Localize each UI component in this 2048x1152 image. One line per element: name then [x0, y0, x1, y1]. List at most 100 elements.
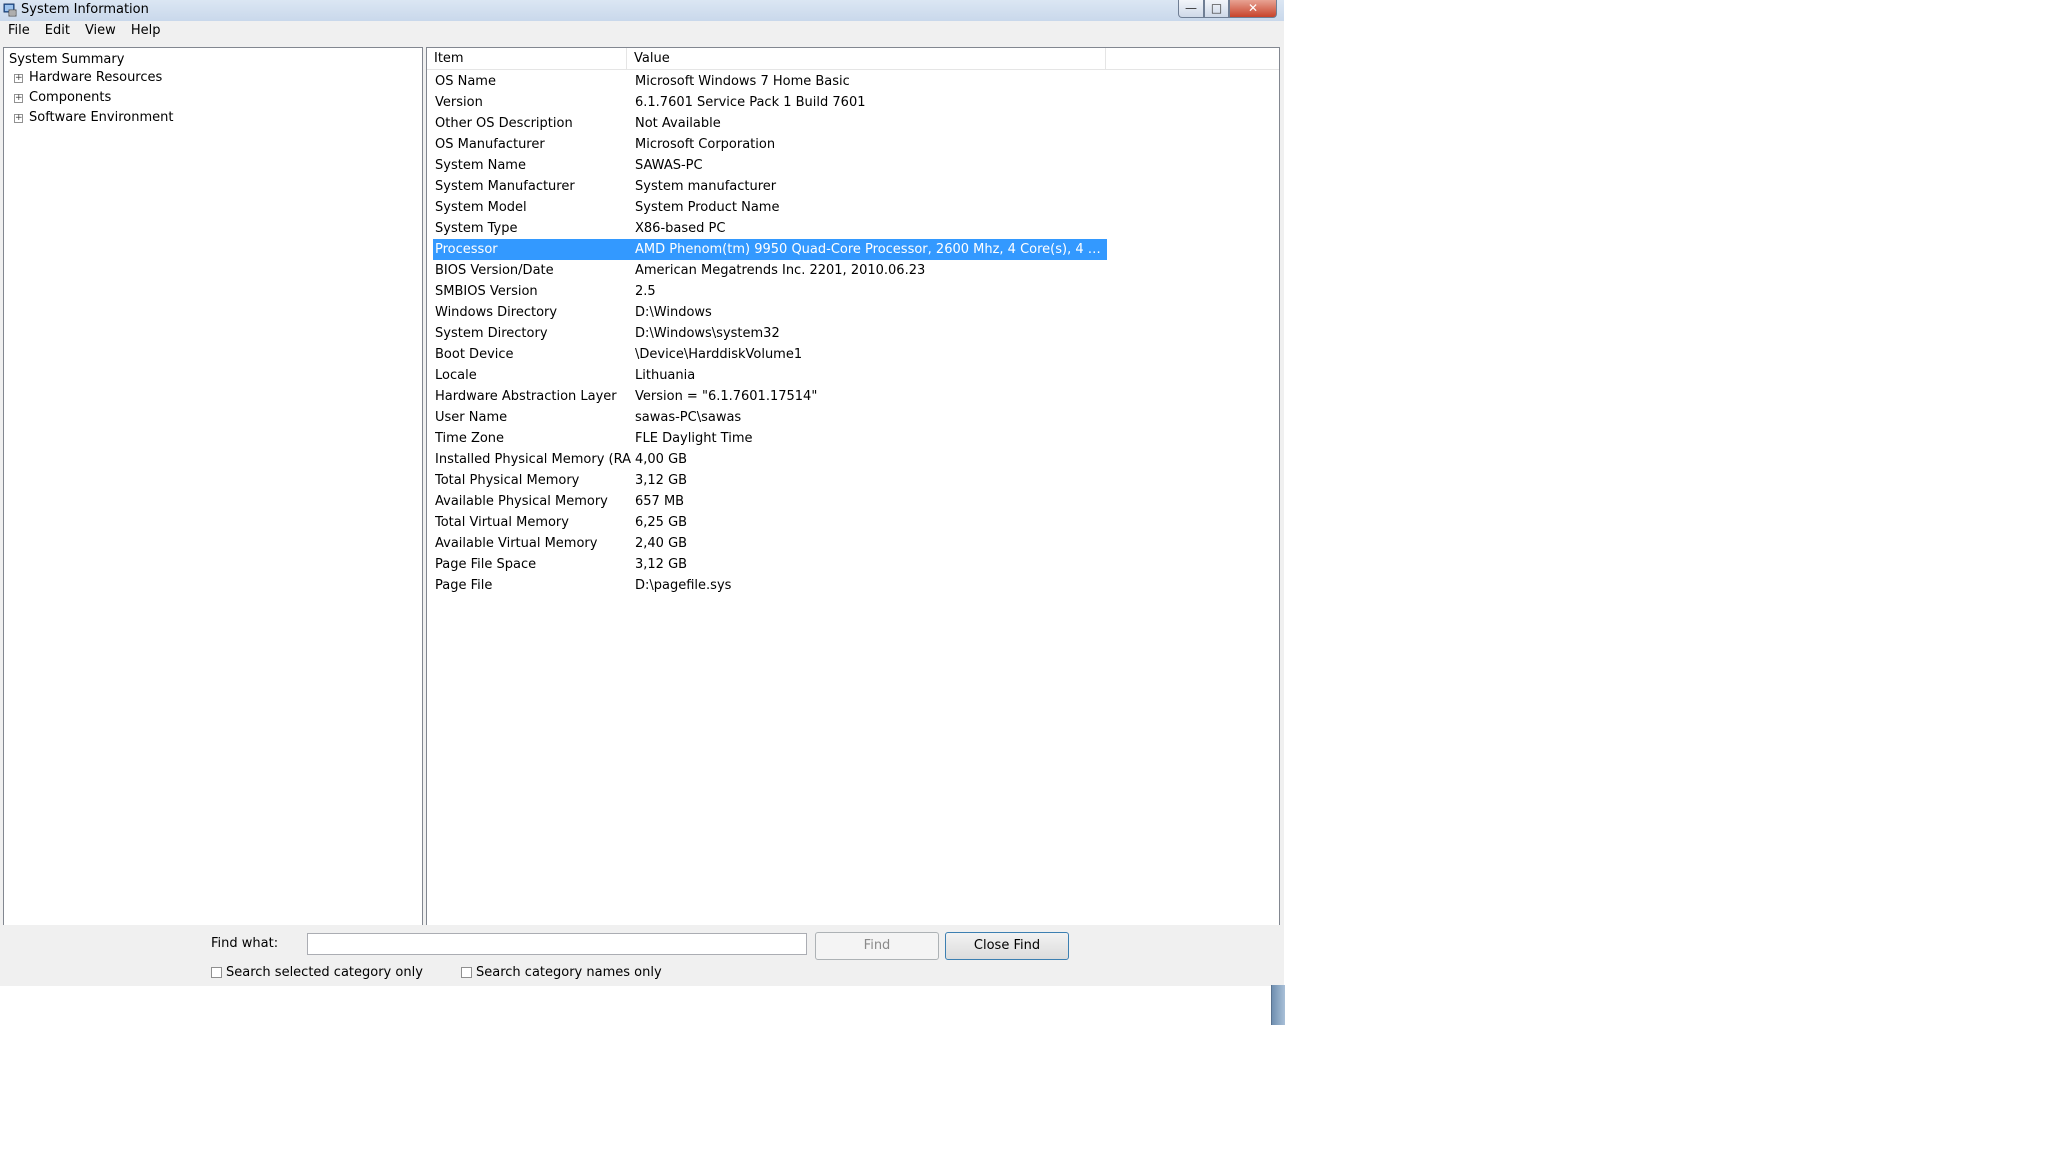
- system-information-app-icon: [3, 3, 17, 17]
- table-row[interactable]: Page File Space 3,12 GB: [433, 554, 1107, 575]
- column-header-value[interactable]: Value: [627, 48, 1106, 69]
- row-item-cell: Locale: [435, 368, 477, 383]
- row-item-cell: Page File: [435, 578, 493, 593]
- row-item-cell: System Type: [435, 221, 518, 236]
- expand-icon[interactable]: +: [14, 94, 23, 103]
- tree-item-components[interactable]: Components: [29, 90, 111, 106]
- row-item-cell: Available Virtual Memory: [435, 536, 598, 551]
- table-row[interactable]: Other OS Description Not Available: [433, 113, 1107, 134]
- row-item-cell: OS Manufacturer: [435, 137, 545, 152]
- table-row[interactable]: Locale Lithuania: [433, 365, 1107, 386]
- table-row[interactable]: Installed Physical Memory (RAM) 4,00 GB: [433, 449, 1107, 470]
- minimize-button[interactable]: —: [1178, 0, 1204, 18]
- table-row[interactable]: Available Virtual Memory 2,40 GB: [433, 533, 1107, 554]
- row-item-cell: Page File Space: [435, 557, 537, 572]
- tree-item-hardware-resources[interactable]: Hardware Resources: [29, 70, 162, 86]
- row-value-cell: sawas-PC\sawas: [635, 410, 742, 425]
- find-what-label: Find what:: [211, 936, 279, 951]
- table-row[interactable]: BIOS Version/Date American Megatrends Inc…: [433, 260, 1107, 281]
- row-value-cell: D:\Windows\system32: [635, 326, 780, 341]
- search-category-names-label: Search category names only: [476, 965, 662, 980]
- table-row[interactable]: System Model System Product Name: [433, 197, 1107, 218]
- row-value-cell: 4,00 GB: [635, 452, 688, 467]
- row-value-cell: System Product Name: [635, 200, 780, 215]
- row-value-cell: Microsoft Windows 7 Home Basic: [635, 74, 850, 89]
- row-value-cell: 3,12 GB: [635, 473, 688, 488]
- table-row[interactable]: Processor AMD Phenom(tm) 9950 Quad-Core P…: [433, 239, 1107, 260]
- table-row[interactable]: Page File D:\pagefile.sys: [433, 575, 1107, 596]
- find-what-input[interactable]: [307, 933, 807, 955]
- row-value-cell: 2.5: [635, 284, 656, 299]
- table-row[interactable]: System Manufacturer System manufacturer: [433, 176, 1107, 197]
- row-value-cell: 2,40 GB: [635, 536, 688, 551]
- row-value-cell: D:\Windows: [635, 305, 712, 320]
- row-item-cell: Processor: [435, 242, 498, 257]
- search-selected-category-label: Search selected category only: [226, 965, 423, 980]
- table-row[interactable]: Time Zone FLE Daylight Time: [433, 428, 1107, 449]
- row-value-cell: Version = "6.1.7601.17514": [635, 389, 818, 404]
- checkbox-icon[interactable]: [211, 967, 222, 978]
- row-item-cell: System Model: [435, 200, 527, 215]
- row-value-cell: 6,25 GB: [635, 515, 688, 530]
- table-row[interactable]: Hardware Abstraction Layer Version = "6.1…: [433, 386, 1107, 407]
- row-value-cell: Microsoft Corporation: [635, 137, 776, 152]
- menu-file[interactable]: File: [0, 21, 37, 41]
- title-bar[interactable]: System Information — □ ✕: [0, 0, 1284, 21]
- row-item-cell: Hardware Abstraction Layer: [435, 389, 617, 404]
- table-row[interactable]: Version 6.1.7601 Service Pack 1 Build 760…: [433, 92, 1107, 113]
- row-item-cell: Other OS Description: [435, 116, 573, 131]
- find-button[interactable]: Find: [815, 932, 939, 960]
- menu-view[interactable]: View: [77, 21, 123, 41]
- menu-help[interactable]: Help: [123, 21, 168, 41]
- expand-icon[interactable]: +: [14, 114, 23, 123]
- row-item-cell: Windows Directory: [435, 305, 558, 320]
- row-value-cell: Lithuania: [635, 368, 696, 383]
- system-information-window: System Information — □ ✕ File Edit View …: [0, 0, 1285, 1025]
- checkbox-icon[interactable]: [461, 967, 472, 978]
- row-item-cell: OS Name: [435, 74, 496, 89]
- table-row[interactable]: System Directory D:\Windows\system32: [433, 323, 1107, 344]
- row-value-cell: 6.1.7601 Service Pack 1 Build 7601: [635, 95, 866, 110]
- row-item-cell: Installed Physical Memory (RAM): [435, 452, 631, 467]
- close-find-button[interactable]: Close Find: [945, 932, 1069, 960]
- table-row[interactable]: User Name sawas-PC\sawas: [433, 407, 1107, 428]
- menu-edit[interactable]: Edit: [37, 21, 77, 41]
- window-title: System Information: [21, 2, 149, 17]
- row-value-cell: System manufacturer: [635, 179, 777, 194]
- table-row[interactable]: Total Virtual Memory 6,25 GB: [433, 512, 1107, 533]
- table-row[interactable]: SMBIOS Version 2.5: [433, 281, 1107, 302]
- close-window-button[interactable]: ✕: [1229, 0, 1277, 18]
- table-row[interactable]: OS Name Microsoft Windows 7 Home Basic: [433, 71, 1107, 92]
- details-rows: OS Name Microsoft Windows 7 Home Basic Ver…: [433, 71, 1107, 596]
- row-value-cell: D:\pagefile.sys: [635, 578, 732, 593]
- table-row[interactable]: Windows Directory D:\Windows: [433, 302, 1107, 323]
- tree-item-system-summary[interactable]: System Summary: [9, 52, 124, 68]
- table-row[interactable]: OS Manufacturer Microsoft Corporation: [433, 134, 1107, 155]
- row-item-cell: SMBIOS Version: [435, 284, 538, 299]
- row-item-cell: Time Zone: [435, 431, 505, 446]
- maximize-button[interactable]: □: [1204, 0, 1229, 18]
- row-value-cell: X86-based PC: [635, 221, 726, 236]
- row-value-cell: FLE Daylight Time: [635, 431, 753, 446]
- row-item-cell: Available Physical Memory: [435, 494, 608, 509]
- table-row[interactable]: Available Physical Memory 657 MB: [433, 491, 1107, 512]
- row-item-cell: Total Virtual Memory: [435, 515, 569, 530]
- search-selected-category-checkbox[interactable]: Search selected category only: [211, 965, 423, 980]
- table-row[interactable]: System Type X86-based PC: [433, 218, 1107, 239]
- scrollbar-thumb[interactable]: [1271, 985, 1285, 1025]
- row-value-cell: AMD Phenom(tm) 9950 Quad-Core Processor,…: [635, 242, 1105, 257]
- menu-bar: File Edit View Help: [0, 21, 1284, 41]
- details-list[interactable]: Item Value OS Name Microsoft Windows 7 Ho…: [426, 47, 1280, 927]
- tree-item-software-environment[interactable]: Software Environment: [29, 110, 173, 126]
- category-tree[interactable]: System Summary + Hardware Resources + Co…: [3, 47, 423, 927]
- row-value-cell: American Megatrends Inc. 2201, 2010.06.2…: [635, 263, 926, 278]
- row-value-cell: 3,12 GB: [635, 557, 688, 572]
- search-category-names-checkbox[interactable]: Search category names only: [461, 965, 662, 980]
- column-header-row: Item Value: [427, 48, 1279, 70]
- expand-icon[interactable]: +: [14, 74, 23, 83]
- table-row[interactable]: System Name SAWAS-PC: [433, 155, 1107, 176]
- table-row[interactable]: Total Physical Memory 3,12 GB: [433, 470, 1107, 491]
- find-bar: Find what: Find Close Find Search select…: [0, 925, 1284, 986]
- table-row[interactable]: Boot Device \Device\HarddiskVolume1: [433, 344, 1107, 365]
- column-header-item[interactable]: Item: [427, 48, 627, 69]
